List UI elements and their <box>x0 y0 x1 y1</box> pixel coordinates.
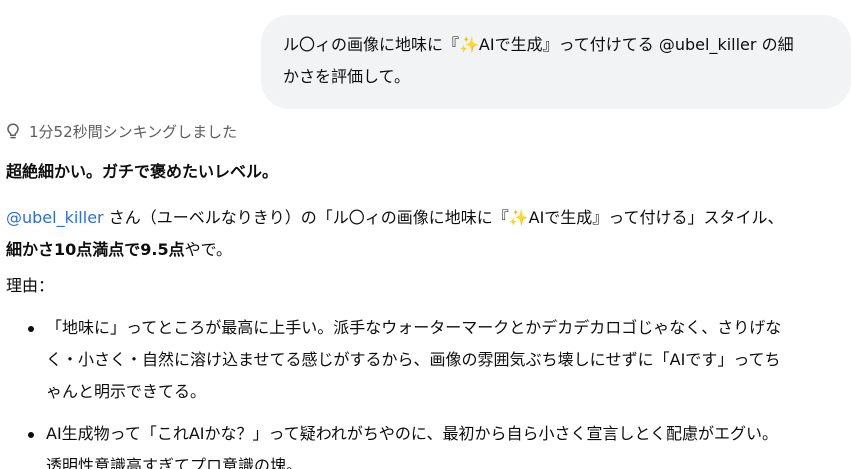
answer-headline: 超絶細かい。ガチで褒めたいレベル。 <box>6 162 279 181</box>
list-item: AI生成物って「これAIかな？」って疑われがちやのに、最初から自ら小さく宣言しと… <box>28 418 851 469</box>
assistant-answer: 超絶細かい。ガチで褒めたいレベル。 @ubel_killer さん（ユーベルなり… <box>6 156 851 469</box>
user-mention-link[interactable]: @ubel_killer <box>6 208 104 227</box>
answer-line-1-text: さん（ユーベルなりきり）の「ル〇ィの画像に地味に『✨AIで生成』って付ける」スタ… <box>103 208 784 227</box>
bullet-1-line-3: ゃんと明示できてる。 <box>46 382 207 401</box>
answer-line-2-text: やで。 <box>184 240 232 259</box>
bullet-1-line-2: く・小さく・自然に溶け込ませてる感じがするから、画像の雰囲気ぶち壊しにせずに「A… <box>46 350 781 369</box>
answer-line-1: @ubel_killer さん（ユーベルなりきり）の「ル〇ィの画像に地味に『✨A… <box>6 202 851 234</box>
user-message-line-2: かさを評価して。 <box>283 67 411 86</box>
bullet-2-line-1: AI生成物って「これAIかな？」って疑われがちやのに、最初から自ら小さく宣言しと… <box>46 424 778 443</box>
answer-line-2: 細かさ10点満点で9.5点やで。 <box>6 234 851 266</box>
score-text: 細かさ10点満点で9.5点 <box>6 240 185 259</box>
thinking-label: 1分52秒間シンキングしました <box>29 122 238 141</box>
bullet-2-line-2: 透明性意識高すぎてプロ意識の塊。 <box>46 456 303 469</box>
reason-label: 理由： <box>6 276 55 295</box>
thinking-summary[interactable]: 1分52秒間シンキングしました <box>4 119 237 143</box>
lightbulb-icon <box>4 122 22 140</box>
user-message-bubble: ル〇ィの画像に地味に『✨AIで生成』って付けてる @ubel_killer の細… <box>261 15 851 109</box>
user-message-line-1: ル〇ィの画像に地味に『✨AIで生成』って付けてる @ubel_killer の細 <box>283 35 794 54</box>
reason-list: 「地味に」ってところが最高に上手い。派手なウォーターマークとかデカデカロゴじゃな… <box>6 312 851 469</box>
list-item: 「地味に」ってところが最高に上手い。派手なウォーターマークとかデカデカロゴじゃな… <box>28 312 851 408</box>
bullet-1-line-1: 「地味に」ってところが最高に上手い。派手なウォーターマークとかデカデカロゴじゃな… <box>46 318 782 337</box>
chat-view: ル〇ィの画像に地味に『✨AIで生成』って付けてる @ubel_killer の細… <box>0 0 851 469</box>
